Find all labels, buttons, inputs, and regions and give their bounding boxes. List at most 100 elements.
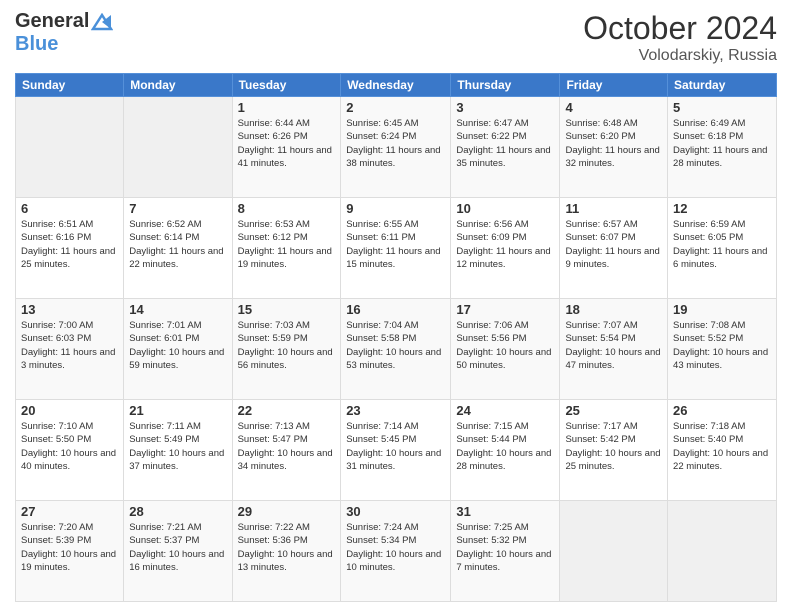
day-info: Sunrise: 6:55 AMSunset: 6:11 PMDaylight:…	[346, 218, 445, 271]
day-number: 17	[456, 302, 554, 317]
day-info: Sunrise: 7:14 AMSunset: 5:45 PMDaylight:…	[346, 420, 445, 473]
day-cell: 2Sunrise: 6:45 AMSunset: 6:24 PMDaylight…	[341, 97, 451, 198]
day-cell: 17 Sunrise: 7:06 AMSunset: 5:56 PMDayligh…	[451, 299, 560, 400]
day-info: Sunrise: 7:04 AMSunset: 5:58 PMDaylight:…	[346, 319, 445, 372]
column-header-monday: Monday	[124, 74, 232, 97]
day-info: Sunrise: 6:56 AMSunset: 6:09 PMDaylight:…	[456, 218, 554, 271]
week-row-4: 20 Sunrise: 7:10 AMSunset: 5:50 PMDayligh…	[16, 400, 777, 501]
logo-general-text: General	[15, 10, 89, 33]
day-info: Sunrise: 6:59 AMSunset: 6:05 PMDaylight:…	[673, 218, 771, 271]
header: General Blue October 2024 Volodarskiy, R…	[15, 10, 777, 65]
day-number: 12	[673, 201, 771, 216]
day-info: Sunrise: 7:13 AMSunset: 5:47 PMDaylight:…	[238, 420, 336, 473]
day-number: 31	[456, 504, 554, 519]
day-cell	[124, 97, 232, 198]
day-cell: 31Sunrise: 7:25 AMSunset: 5:32 PMDayligh…	[451, 501, 560, 602]
day-cell: 28Sunrise: 7:21 AMSunset: 5:37 PMDayligh…	[124, 501, 232, 602]
day-info: Sunrise: 6:51 AMSunset: 6:16 PMDaylight:…	[21, 218, 118, 271]
day-cell	[560, 501, 668, 602]
day-number: 26	[673, 403, 771, 418]
day-info: Sunrise: 6:45 AMSunset: 6:24 PMDaylight:…	[346, 117, 445, 170]
day-cell: 21 Sunrise: 7:11 AMSunset: 5:49 PMDayligh…	[124, 400, 232, 501]
location-subtitle: Volodarskiy, Russia	[583, 47, 777, 65]
day-number: 27	[21, 504, 118, 519]
day-cell: 27 Sunrise: 7:20 AMSunset: 5:39 PMDayligh…	[16, 501, 124, 602]
day-cell: 11Sunrise: 6:57 AMSunset: 6:07 PMDayligh…	[560, 198, 668, 299]
day-number: 18	[565, 302, 662, 317]
calendar-body: 1Sunrise: 6:44 AMSunset: 6:26 PMDaylight…	[16, 97, 777, 602]
day-number: 19	[673, 302, 771, 317]
day-info: Sunrise: 7:06 AMSunset: 5:56 PMDaylight:…	[456, 319, 554, 372]
day-cell: 20 Sunrise: 7:10 AMSunset: 5:50 PMDayligh…	[16, 400, 124, 501]
column-header-friday: Friday	[560, 74, 668, 97]
day-cell: 25Sunrise: 7:17 AMSunset: 5:42 PMDayligh…	[560, 400, 668, 501]
column-header-wednesday: Wednesday	[341, 74, 451, 97]
day-info: Sunrise: 6:47 AMSunset: 6:22 PMDaylight:…	[456, 117, 554, 170]
day-number: 13	[21, 302, 118, 317]
day-number: 6	[21, 201, 118, 216]
week-row-2: 6 Sunrise: 6:51 AMSunset: 6:16 PMDaylight…	[16, 198, 777, 299]
calendar-header: SundayMondayTuesdayWednesdayThursdayFrid…	[16, 74, 777, 97]
day-info: Sunrise: 7:24 AMSunset: 5:34 PMDaylight:…	[346, 521, 445, 574]
day-info: Sunrise: 7:07 AMSunset: 5:54 PMDaylight:…	[565, 319, 662, 372]
day-number: 5	[673, 100, 771, 115]
month-title: October 2024	[583, 10, 777, 47]
day-info: Sunrise: 7:15 AMSunset: 5:44 PMDaylight:…	[456, 420, 554, 473]
logo: General Blue	[15, 10, 113, 56]
day-number: 28	[129, 504, 226, 519]
day-number: 8	[238, 201, 336, 216]
day-number: 23	[346, 403, 445, 418]
day-number: 10	[456, 201, 554, 216]
week-row-3: 13 Sunrise: 7:00 AMSunset: 6:03 PMDayligh…	[16, 299, 777, 400]
day-cell	[16, 97, 124, 198]
day-number: 25	[565, 403, 662, 418]
day-info: Sunrise: 6:57 AMSunset: 6:07 PMDaylight:…	[565, 218, 662, 271]
calendar-table: SundayMondayTuesdayWednesdayThursdayFrid…	[15, 73, 777, 602]
day-info: Sunrise: 6:52 AMSunset: 6:14 PMDaylight:…	[129, 218, 226, 271]
day-info: Sunrise: 7:00 AMSunset: 6:03 PMDaylight:…	[21, 319, 118, 372]
header-row: SundayMondayTuesdayWednesdayThursdayFrid…	[16, 74, 777, 97]
day-number: 16	[346, 302, 445, 317]
day-cell: 24 Sunrise: 7:15 AMSunset: 5:44 PMDayligh…	[451, 400, 560, 501]
week-row-1: 1Sunrise: 6:44 AMSunset: 6:26 PMDaylight…	[16, 97, 777, 198]
page-container: General Blue October 2024 Volodarskiy, R…	[0, 0, 792, 612]
day-info: Sunrise: 7:11 AMSunset: 5:49 PMDaylight:…	[129, 420, 226, 473]
day-info: Sunrise: 7:08 AMSunset: 5:52 PMDaylight:…	[673, 319, 771, 372]
day-cell: 15Sunrise: 7:03 AMSunset: 5:59 PMDayligh…	[232, 299, 341, 400]
day-cell: 14Sunrise: 7:01 AMSunset: 6:01 PMDayligh…	[124, 299, 232, 400]
day-info: Sunrise: 6:49 AMSunset: 6:18 PMDaylight:…	[673, 117, 771, 170]
day-cell: 23 Sunrise: 7:14 AMSunset: 5:45 PMDayligh…	[341, 400, 451, 501]
day-info: Sunrise: 6:53 AMSunset: 6:12 PMDaylight:…	[238, 218, 336, 271]
day-cell: 29Sunrise: 7:22 AMSunset: 5:36 PMDayligh…	[232, 501, 341, 602]
day-number: 20	[21, 403, 118, 418]
day-cell: 7 Sunrise: 6:52 AMSunset: 6:14 PMDaylight…	[124, 198, 232, 299]
day-number: 1	[238, 100, 336, 115]
day-number: 30	[346, 504, 445, 519]
day-number: 22	[238, 403, 336, 418]
day-cell: 5 Sunrise: 6:49 AMSunset: 6:18 PMDaylight…	[668, 97, 777, 198]
column-header-thursday: Thursday	[451, 74, 560, 97]
day-cell: 12 Sunrise: 6:59 AMSunset: 6:05 PMDayligh…	[668, 198, 777, 299]
day-cell: 26 Sunrise: 7:18 AMSunset: 5:40 PMDayligh…	[668, 400, 777, 501]
logo-icon	[91, 13, 113, 31]
day-cell: 4Sunrise: 6:48 AMSunset: 6:20 PMDaylight…	[560, 97, 668, 198]
day-number: 7	[129, 201, 226, 216]
column-header-tuesday: Tuesday	[232, 74, 341, 97]
day-number: 21	[129, 403, 226, 418]
day-cell: 30 Sunrise: 7:24 AMSunset: 5:34 PMDayligh…	[341, 501, 451, 602]
day-number: 9	[346, 201, 445, 216]
day-number: 24	[456, 403, 554, 418]
day-cell: 10 Sunrise: 6:56 AMSunset: 6:09 PMDayligh…	[451, 198, 560, 299]
day-cell	[668, 501, 777, 602]
day-info: Sunrise: 7:20 AMSunset: 5:39 PMDaylight:…	[21, 521, 118, 574]
day-cell: 19 Sunrise: 7:08 AMSunset: 5:52 PMDayligh…	[668, 299, 777, 400]
day-number: 4	[565, 100, 662, 115]
day-cell: 9 Sunrise: 6:55 AMSunset: 6:11 PMDaylight…	[341, 198, 451, 299]
logo-blue-text: Blue	[15, 33, 58, 56]
day-cell: 13 Sunrise: 7:00 AMSunset: 6:03 PMDayligh…	[16, 299, 124, 400]
day-cell: 22 Sunrise: 7:13 AMSunset: 5:47 PMDayligh…	[232, 400, 341, 501]
day-info: Sunrise: 7:10 AMSunset: 5:50 PMDaylight:…	[21, 420, 118, 473]
day-info: Sunrise: 7:18 AMSunset: 5:40 PMDaylight:…	[673, 420, 771, 473]
day-info: Sunrise: 7:01 AMSunset: 6:01 PMDaylight:…	[129, 319, 226, 372]
week-row-5: 27 Sunrise: 7:20 AMSunset: 5:39 PMDayligh…	[16, 501, 777, 602]
